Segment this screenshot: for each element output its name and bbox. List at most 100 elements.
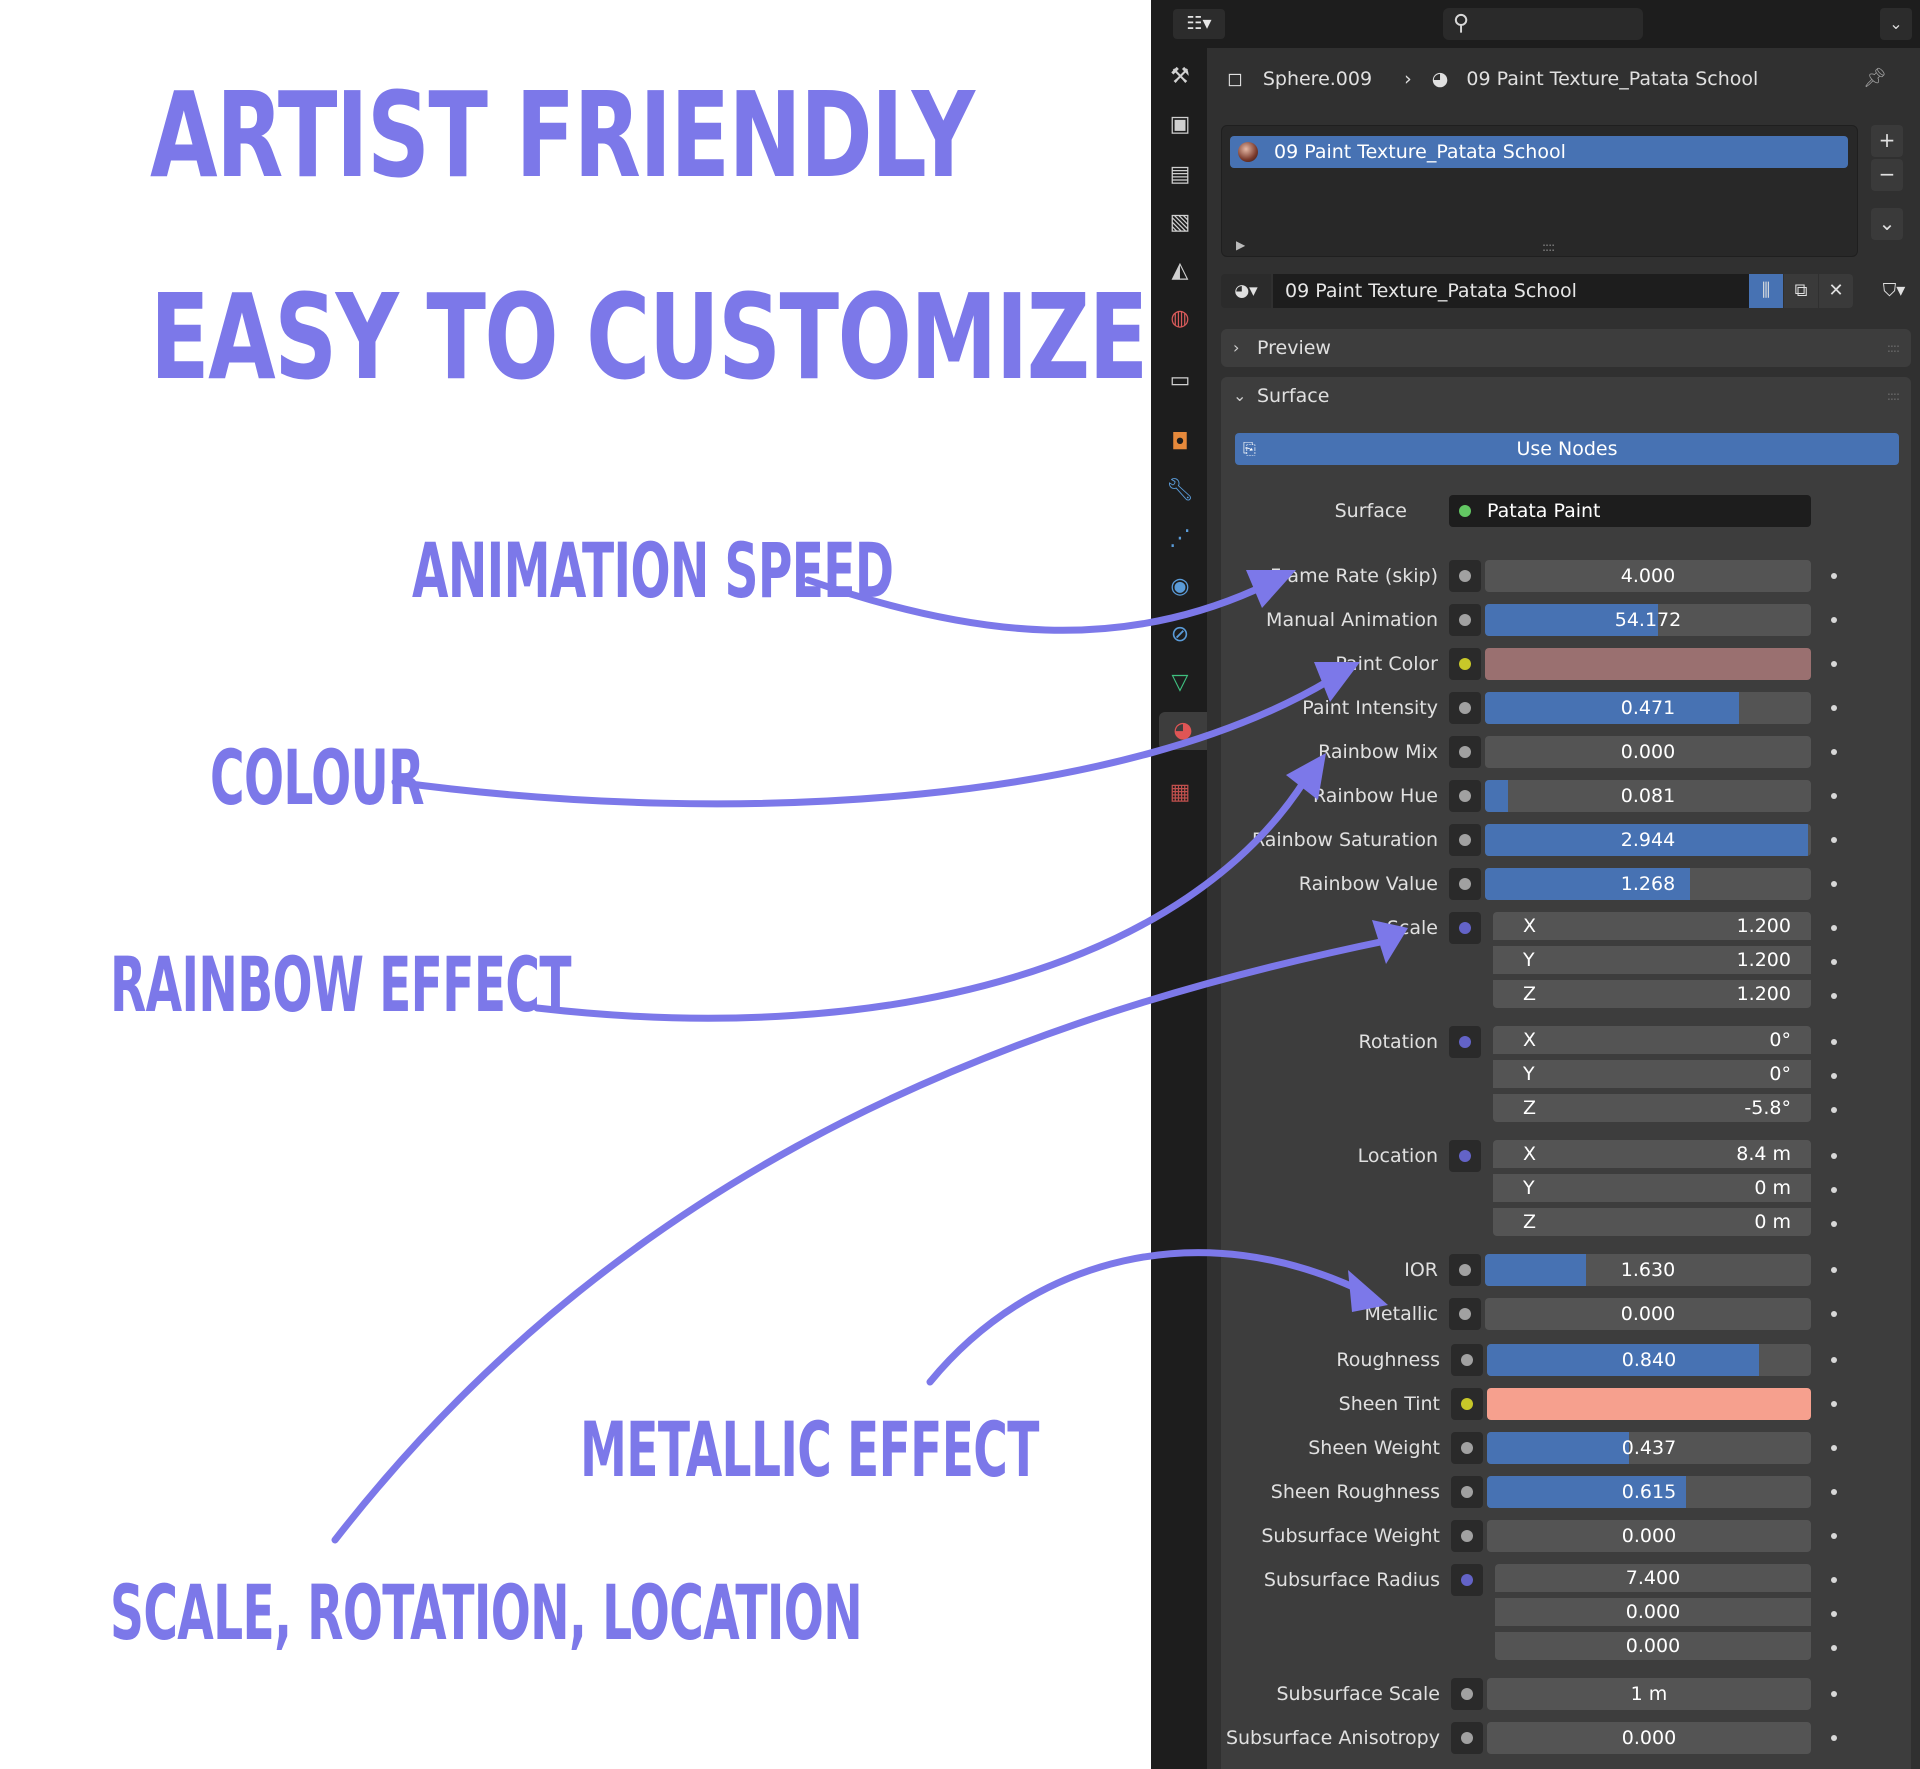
paint-intensity-socket[interactable]	[1449, 692, 1481, 724]
sheen-tint-socket[interactable]	[1451, 1388, 1483, 1420]
duplicate-material-button[interactable]: ⧉	[1784, 274, 1818, 308]
resize-grip-icon[interactable]: ::::	[1542, 240, 1555, 254]
scale-z-field[interactable]: Z 1.200	[1493, 980, 1811, 1008]
rotation-socket[interactable]	[1449, 1026, 1481, 1058]
subsurface-radius-g-field[interactable]: 0.000	[1495, 1598, 1811, 1626]
scale-y-field[interactable]: Y 1.200	[1493, 946, 1811, 974]
remove-slot-button[interactable]: −	[1871, 159, 1903, 191]
keyframe-dot[interactable]	[1831, 925, 1837, 931]
tab-object[interactable]: ◘	[1161, 424, 1199, 462]
scale-socket[interactable]	[1449, 912, 1481, 944]
keyframe-dot[interactable]	[1831, 1735, 1837, 1741]
keyframe-dot[interactable]	[1831, 1187, 1837, 1193]
breadcrumb-object[interactable]: Sphere.009	[1263, 63, 1372, 95]
scale-x-field[interactable]: X 1.200	[1493, 912, 1811, 940]
paint-color-socket[interactable]	[1449, 648, 1481, 680]
metallic-field[interactable]: 0.000	[1485, 1298, 1811, 1330]
ior-field[interactable]: 1.630	[1485, 1254, 1811, 1286]
keyframe-dot[interactable]	[1831, 1153, 1837, 1159]
subsurface-radius-r-field[interactable]: 7.400	[1495, 1564, 1811, 1592]
keyframe-dot[interactable]	[1831, 749, 1837, 755]
keyframe-dot[interactable]	[1831, 1445, 1837, 1451]
keyframe-dot[interactable]	[1831, 1267, 1837, 1273]
rainbow-value-field[interactable]: 1.268	[1485, 868, 1811, 900]
keyframe-dot[interactable]	[1831, 1611, 1837, 1617]
browse-material-button[interactable]: ◕▾	[1221, 274, 1271, 308]
slot-specials-button[interactable]: ⌄	[1871, 208, 1903, 240]
keyframe-dot[interactable]	[1831, 1489, 1837, 1495]
keyframe-dot[interactable]	[1831, 1221, 1837, 1227]
material-slot-item[interactable]: 09 Paint Texture_Patata School	[1230, 136, 1848, 168]
frame-rate-socket[interactable]	[1449, 560, 1481, 592]
surface-shader-selector[interactable]: Patata Paint	[1449, 495, 1811, 527]
sheen-weight-field[interactable]: 0.437	[1487, 1432, 1811, 1464]
rainbow-saturation-field[interactable]: 2.944	[1485, 824, 1811, 856]
roughness-socket[interactable]	[1451, 1344, 1483, 1376]
pin-icon[interactable]: 📌︎	[1863, 62, 1887, 94]
unlink-material-button[interactable]: ✕	[1819, 274, 1853, 308]
sheen-roughness-field[interactable]: 0.615	[1487, 1476, 1811, 1508]
keyframe-dot[interactable]	[1831, 661, 1837, 667]
keyframe-dot[interactable]	[1831, 705, 1837, 711]
location-x-field[interactable]: X 8.4 m	[1493, 1140, 1811, 1168]
keyframe-dot[interactable]	[1831, 1577, 1837, 1583]
rainbow-mix-socket[interactable]	[1449, 736, 1481, 768]
tab-world[interactable]: ◍	[1161, 300, 1199, 338]
tab-render[interactable]: ▣	[1161, 106, 1199, 144]
subsurface-radius-socket[interactable]	[1451, 1564, 1483, 1596]
paint-color-swatch[interactable]	[1485, 648, 1811, 680]
node-link-button[interactable]: ⛉▾	[1871, 274, 1917, 308]
rainbow-saturation-socket[interactable]	[1449, 824, 1481, 856]
keyframe-dot[interactable]	[1831, 837, 1837, 843]
manual-animation-socket[interactable]	[1449, 604, 1481, 636]
frame-rate-field[interactable]: 4.000	[1485, 560, 1811, 592]
roughness-field[interactable]: 0.840	[1487, 1344, 1811, 1376]
surface-panel-header[interactable]: ⌄ Surface ::::	[1221, 377, 1911, 415]
subsurface-weight-socket[interactable]	[1451, 1520, 1483, 1552]
rainbow-value-socket[interactable]	[1449, 868, 1481, 900]
keyframe-dot[interactable]	[1831, 1533, 1837, 1539]
location-y-field[interactable]: Y 0 m	[1493, 1174, 1811, 1202]
keyframe-dot[interactable]	[1831, 617, 1837, 623]
sheen-tint-swatch[interactable]	[1487, 1388, 1811, 1420]
subsurface-weight-field[interactable]: 0.000	[1487, 1520, 1811, 1552]
search-field[interactable]: ⚲	[1443, 8, 1643, 40]
keyframe-dot[interactable]	[1831, 881, 1837, 887]
location-socket[interactable]	[1449, 1140, 1481, 1172]
subsurface-anisotropy-field[interactable]: 0.000	[1487, 1722, 1811, 1754]
keyframe-dot[interactable]	[1831, 1645, 1837, 1651]
ior-socket[interactable]	[1449, 1254, 1481, 1286]
subsurface-scale-field[interactable]: 1 m	[1487, 1678, 1811, 1710]
sheen-roughness-socket[interactable]	[1451, 1476, 1483, 1508]
rotation-x-field[interactable]: X 0°	[1493, 1026, 1811, 1054]
keyframe-dot[interactable]	[1831, 1691, 1837, 1697]
keyframe-dot[interactable]	[1831, 1073, 1837, 1079]
keyframe-dot[interactable]	[1831, 573, 1837, 579]
breadcrumb-material[interactable]: 09 Paint Texture_Patata School	[1466, 63, 1758, 95]
tab-view-layer[interactable]: ▧	[1161, 204, 1199, 242]
rainbow-hue-field[interactable]: 0.081	[1485, 780, 1811, 812]
options-dropdown[interactable]: ⌄	[1880, 8, 1912, 40]
keyframe-dot[interactable]	[1831, 1401, 1837, 1407]
manual-animation-field[interactable]: 54.172	[1485, 604, 1811, 636]
expand-triangle-icon[interactable]: ▶	[1236, 238, 1245, 252]
rainbow-hue-socket[interactable]	[1449, 780, 1481, 812]
sheen-weight-socket[interactable]	[1451, 1432, 1483, 1464]
tab-tool[interactable]: ⚒	[1161, 58, 1199, 96]
preview-panel-header[interactable]: › Preview ::::	[1221, 329, 1911, 367]
keyframe-dot[interactable]	[1831, 1311, 1837, 1317]
keyframe-dot[interactable]	[1831, 793, 1837, 799]
metallic-socket[interactable]	[1449, 1298, 1481, 1330]
keyframe-dot[interactable]	[1831, 1357, 1837, 1363]
rotation-z-field[interactable]: Z -5.8°	[1493, 1094, 1811, 1122]
drag-grip-icon[interactable]: ::::	[1887, 377, 1900, 415]
keyframe-dot[interactable]	[1831, 993, 1837, 999]
tab-collection[interactable]: ▭	[1161, 362, 1199, 400]
tab-scene[interactable]: ◭	[1161, 252, 1199, 290]
subsurface-radius-b-field[interactable]: 0.000	[1495, 1632, 1811, 1660]
add-slot-button[interactable]: +	[1871, 125, 1903, 157]
subsurface-scale-socket[interactable]	[1451, 1678, 1483, 1710]
rainbow-mix-field[interactable]: 0.000	[1485, 736, 1811, 768]
rotation-y-field[interactable]: Y 0°	[1493, 1060, 1811, 1088]
editor-type-button[interactable]: ☷▾	[1173, 9, 1225, 39]
